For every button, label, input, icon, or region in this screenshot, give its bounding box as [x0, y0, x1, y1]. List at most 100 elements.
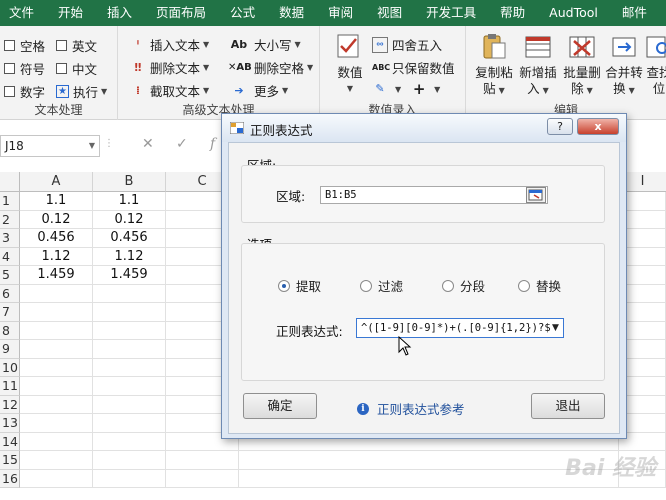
cell-b[interactable]: 0.12 [93, 210, 166, 229]
confirm-icon[interactable]: ✓ [176, 136, 188, 152]
cell-b[interactable] [93, 414, 166, 433]
cell-a[interactable] [20, 469, 93, 488]
cell-a[interactable] [20, 377, 93, 396]
radio-filter[interactable]: 过滤 [360, 276, 403, 295]
row-header[interactable]: 10 [0, 358, 20, 377]
case-button[interactable]: Ab 大小写 ▼ [228, 35, 301, 54]
cell-b[interactable] [93, 303, 166, 322]
cell-a[interactable]: 1.12 [20, 247, 93, 266]
regex-reference-link[interactable]: i 正则表达式参考 [357, 399, 465, 418]
tab-formulas[interactable]: 公式 [218, 0, 267, 26]
cell-b[interactable] [93, 469, 166, 488]
cancel-icon[interactable]: ✕ [142, 136, 154, 152]
merge-convert-button[interactable]: 合并转 换 ▼ [604, 32, 644, 99]
cell-b[interactable] [93, 358, 166, 377]
cell-b[interactable]: 1.459 [93, 266, 166, 285]
range-picker-button[interactable] [526, 187, 546, 203]
delete-text-button[interactable]: ‼ 删除文本 ▼ [130, 58, 210, 77]
cell-b[interactable] [93, 340, 166, 359]
tab-insert[interactable]: 插入 [95, 0, 144, 26]
cell-a[interactable] [20, 321, 93, 340]
delete-spaces-button[interactable]: ✕AB 删除空格 ▼ [228, 58, 313, 77]
copy-paste-button[interactable]: 复制粘 贴 ▼ [474, 32, 514, 99]
tab-page-layout[interactable]: 页面布局 [144, 0, 218, 26]
cell-a[interactable]: 0.12 [20, 210, 93, 229]
radio-segment[interactable]: 分段 [442, 276, 485, 295]
radio-replace[interactable]: 替换 [518, 276, 561, 295]
row-header[interactable]: 7 [0, 303, 20, 322]
row-header[interactable]: 16 [0, 469, 20, 488]
plus-icon[interactable]: + [411, 81, 427, 97]
row-header[interactable]: 8 [0, 321, 20, 340]
cell-b[interactable] [93, 451, 166, 470]
cell-b[interactable] [93, 321, 166, 340]
column-header-b[interactable]: B [93, 172, 166, 192]
checkbox-space[interactable]: 空格 [4, 36, 45, 55]
cell-a[interactable] [20, 432, 93, 451]
keep-value-button[interactable]: ABC 只保留数值 [372, 58, 455, 77]
help-button[interactable]: ? [547, 118, 573, 135]
cell-a[interactable] [20, 303, 93, 322]
cell-a[interactable]: 0.456 [20, 229, 93, 248]
name-box[interactable]: J18 ▼ [0, 135, 100, 157]
area-input[interactable]: B1:B5 [320, 186, 548, 204]
cell-b[interactable] [93, 377, 166, 396]
checkbox-symbol[interactable]: 符号 [4, 59, 45, 78]
exit-button[interactable]: 退出 [531, 393, 605, 419]
value-button[interactable]: 数值 ▼ [330, 32, 370, 97]
add-insert-button[interactable]: 新增插 入 ▼ [518, 32, 558, 99]
radio-extract[interactable]: 提取 [278, 276, 321, 295]
tab-review[interactable]: 审阅 [316, 0, 365, 26]
tab-mail[interactable]: 邮件 [610, 0, 659, 26]
regex-input[interactable]: ^([1-9][0-9]*)+(.[0-9]{1,2})?$ [356, 318, 564, 338]
cell-a[interactable] [20, 284, 93, 303]
row-header[interactable]: 5 [0, 266, 20, 285]
cell-b[interactable]: 1.12 [93, 247, 166, 266]
cell-a[interactable] [20, 395, 93, 414]
checkbox-number[interactable]: 数字 [4, 82, 45, 101]
cell-a[interactable] [20, 451, 93, 470]
row-header[interactable]: 4 [0, 247, 20, 266]
cell-b[interactable] [93, 432, 166, 451]
tab-audtool[interactable]: AudTool [537, 0, 610, 26]
row-header[interactable]: 11 [0, 377, 20, 396]
find-locate-button[interactable]: 查找 位 [644, 32, 666, 97]
tab-view[interactable]: 视图 [365, 0, 414, 26]
cut-text-button[interactable]: ⁞ 截取文本 ▼ [130, 81, 209, 100]
tab-data[interactable]: 数据 [267, 0, 316, 26]
row-header[interactable]: 15 [0, 451, 20, 470]
fx-icon[interactable]: f [210, 136, 215, 152]
row-header[interactable]: 6 [0, 284, 20, 303]
tab-help[interactable]: 帮助 [488, 0, 537, 26]
tab-developer[interactable]: 开发工具 [414, 0, 488, 26]
edit-icon[interactable]: ✎ [372, 81, 388, 97]
cell-a[interactable]: 1.459 [20, 266, 93, 285]
execute-button[interactable]: ★ 执行 ▼ [56, 82, 107, 101]
cell-b[interactable] [93, 395, 166, 414]
row-header[interactable]: 9 [0, 340, 20, 359]
cell-a[interactable]: 1.1 [20, 192, 93, 211]
batch-delete-button[interactable]: 批量删 除 ▼ [562, 32, 602, 99]
insert-text-button[interactable]: ⁱ 插入文本 ▼ [130, 35, 209, 54]
close-button[interactable]: x [577, 118, 619, 135]
column-header-a[interactable]: A [20, 172, 93, 192]
row-header[interactable]: 3 [0, 229, 20, 248]
cell-a[interactable] [20, 340, 93, 359]
select-all-corner[interactable] [0, 172, 20, 192]
row-header[interactable]: 2 [0, 210, 20, 229]
cell-c[interactable] [166, 451, 239, 470]
row-header[interactable]: 14 [0, 432, 20, 451]
row-header[interactable]: 1 [0, 192, 20, 211]
row-header[interactable]: 13 [0, 414, 20, 433]
cell-mid[interactable] [239, 451, 619, 470]
tab-file[interactable]: 文件 [0, 0, 46, 26]
cell-b[interactable]: 0.456 [93, 229, 166, 248]
checkbox-chinese[interactable]: 中文 [56, 59, 97, 78]
regex-dropdown-icon[interactable]: ▼ [552, 323, 559, 333]
cell-a[interactable] [20, 414, 93, 433]
checkbox-english[interactable]: 英文 [56, 36, 97, 55]
row-header[interactable]: 12 [0, 395, 20, 414]
cell-b[interactable] [93, 284, 166, 303]
cell-c[interactable] [166, 469, 239, 488]
cell-b[interactable]: 1.1 [93, 192, 166, 211]
